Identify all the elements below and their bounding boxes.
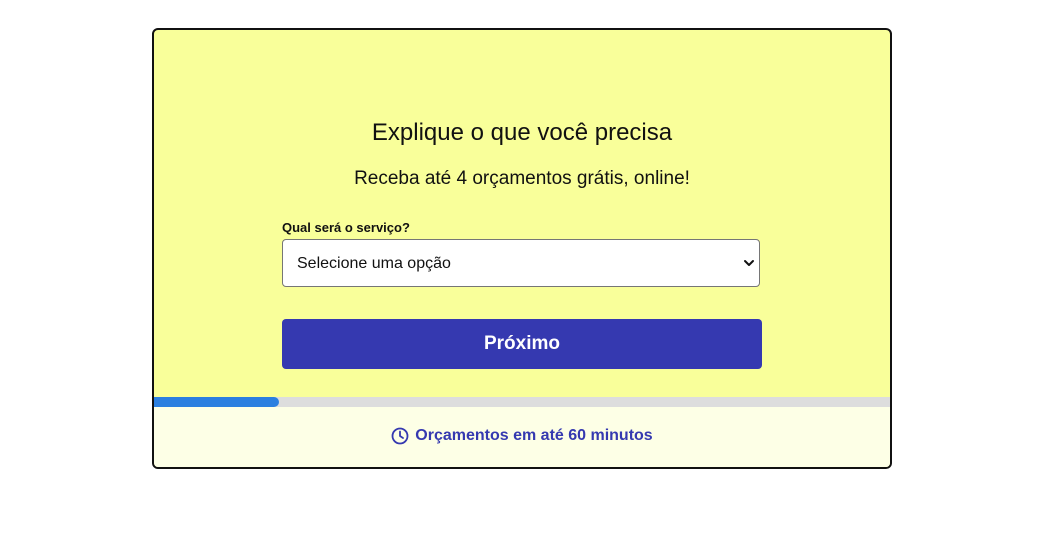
progress-bar: [154, 397, 890, 407]
form-area: Explique o que você precisa Receba até 4…: [154, 30, 890, 398]
service-select-value: Selecione uma opção: [297, 255, 451, 272]
form-subtitle: Receba até 4 orçamentos grátis, online!: [354, 168, 690, 189]
footer-text: Orçamentos em até 60 minutos: [415, 427, 653, 444]
clock-icon: [391, 427, 409, 445]
progress-bar-fill: [154, 397, 279, 407]
footer: Orçamentos em até 60 minutos: [154, 407, 890, 467]
next-button[interactable]: Próximo: [282, 319, 762, 369]
service-field-label: Qual será o serviço?: [282, 220, 410, 235]
chevron-down-icon: [744, 260, 754, 266]
footer-row: Orçamentos em até 60 minutos: [154, 407, 890, 465]
form-title: Explique o que você precisa: [371, 119, 673, 146]
service-select[interactable]: Selecione uma opção: [282, 239, 760, 287]
quote-form-card: Explique o que você precisa Receba até 4…: [152, 28, 892, 469]
